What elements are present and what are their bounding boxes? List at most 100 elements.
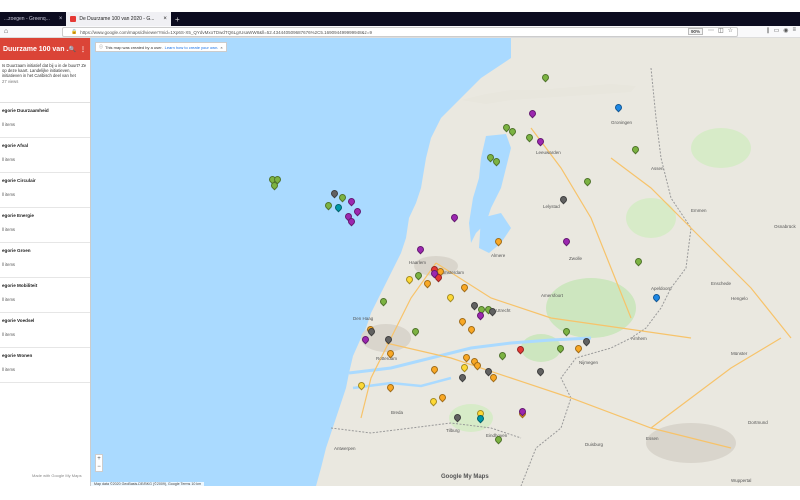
city-label: Apeldoorn xyxy=(651,286,672,291)
category-layer[interactable]: egorie Afval ll items xyxy=(0,138,90,173)
category-layer[interactable]: egorie Groen ll items xyxy=(0,243,90,278)
map-pin-marker[interactable] xyxy=(495,436,500,442)
close-icon[interactable]: × xyxy=(163,16,167,22)
city-label: Almere xyxy=(491,253,506,258)
learn-more-link[interactable]: Learn how to create your own. xyxy=(165,45,219,50)
map-pin-marker[interactable] xyxy=(477,415,482,421)
category-layer[interactable]: egorie Wonen ll items xyxy=(0,348,90,383)
category-layer[interactable]: egorie Circulair ll items xyxy=(0,173,90,208)
map-pin-marker[interactable] xyxy=(563,238,568,244)
map-pin-marker[interactable] xyxy=(339,194,344,200)
map-pin-marker[interactable] xyxy=(331,190,336,196)
zoom-in-button[interactable]: + xyxy=(96,455,102,463)
map-pin-marker[interactable] xyxy=(406,276,411,282)
map-pin-marker[interactable] xyxy=(461,284,466,290)
map-pin-marker[interactable] xyxy=(348,218,353,224)
address-bar[interactable]: 🔒 https://www.google.com/maps/d/viewer?m… xyxy=(62,27,738,37)
map-pin-marker[interactable] xyxy=(451,214,456,220)
extension-icon[interactable]: ◉ xyxy=(783,27,788,34)
map-pin-marker[interactable] xyxy=(335,204,340,210)
map-pin-marker[interactable] xyxy=(584,178,589,184)
map-pin-marker[interactable] xyxy=(354,208,359,214)
map-pin-marker[interactable] xyxy=(632,146,637,152)
tab-duurzame-100[interactable]: De Duurzame 100 van 2020 - G... × xyxy=(66,12,171,26)
category-layer[interactable]: egorie Voedsel ll items xyxy=(0,313,90,348)
map-pin-marker[interactable] xyxy=(368,328,373,334)
map-pin-marker[interactable] xyxy=(509,128,514,134)
map-pin-marker[interactable] xyxy=(424,280,429,286)
info-icon: ⓘ xyxy=(99,44,103,49)
map-pin-marker[interactable] xyxy=(495,238,500,244)
map-pin-marker[interactable] xyxy=(489,308,494,314)
zoom-level[interactable]: 90% xyxy=(688,28,704,35)
search-icon[interactable]: 🔍 xyxy=(69,46,76,53)
category-layer[interactable]: egorie Mobiliteit ll items xyxy=(0,278,90,313)
map-pin-marker[interactable] xyxy=(519,408,524,414)
map-pin-marker[interactable] xyxy=(459,374,464,380)
map-pin-marker[interactable] xyxy=(358,382,363,388)
map-pin-marker[interactable] xyxy=(560,196,565,202)
more-vert-icon[interactable]: ⋮ xyxy=(80,46,86,53)
map-pin-marker[interactable] xyxy=(653,294,658,300)
sidebar-icon[interactable]: ▭ xyxy=(774,27,780,34)
map-pin-marker[interactable] xyxy=(380,298,385,304)
category-layer[interactable]: egorie Duurzaamheid ll items xyxy=(0,103,90,138)
menu-dots-icon[interactable]: ⋯ xyxy=(708,27,714,34)
map-pin-marker[interactable] xyxy=(557,345,562,351)
close-icon[interactable]: × xyxy=(59,16,63,22)
map-pin-marker[interactable] xyxy=(387,384,392,390)
map-pin-marker[interactable] xyxy=(635,258,640,264)
map-pin-marker[interactable] xyxy=(490,374,495,380)
map-pin-marker[interactable] xyxy=(471,302,476,308)
category-layer[interactable]: egorie Energie ll items xyxy=(0,208,90,243)
map-pin-marker[interactable] xyxy=(477,312,482,318)
map-pin-marker[interactable] xyxy=(468,326,473,332)
map-pin-marker[interactable] xyxy=(526,134,531,140)
map-pin-marker[interactable] xyxy=(542,74,547,80)
close-icon[interactable]: × xyxy=(220,45,222,50)
map-pin-marker[interactable] xyxy=(529,110,534,116)
map-pin-marker[interactable] xyxy=(459,318,464,324)
map-pin-marker[interactable] xyxy=(474,362,479,368)
map-pin-marker[interactable] xyxy=(412,328,417,334)
map-pin-marker[interactable] xyxy=(325,202,330,208)
tab-greenq[interactable]: ...zoegen - Greenq... × xyxy=(0,12,66,26)
map-pin-marker[interactable] xyxy=(447,294,452,300)
map-pin-marker[interactable] xyxy=(537,368,542,374)
map-pin-marker[interactable] xyxy=(454,414,459,420)
map-pin-marker[interactable] xyxy=(417,246,422,252)
zoom-out-button[interactable]: − xyxy=(96,463,102,471)
library-icon[interactable]: ∥ xyxy=(767,27,770,34)
map-pin-marker[interactable] xyxy=(499,352,504,358)
map-pin-marker[interactable] xyxy=(615,104,620,110)
city-label: Münster xyxy=(731,351,748,356)
map-description: Is Duurzaam initiatief dat bij u in de b… xyxy=(0,60,90,103)
map-pin-marker[interactable] xyxy=(517,346,522,352)
map-pin-marker[interactable] xyxy=(487,154,492,160)
bookmark-star-icon[interactable]: ☆ xyxy=(728,27,733,34)
city-label: Breda xyxy=(391,410,404,415)
map-pin-marker[interactable] xyxy=(387,350,392,356)
new-tab-icon[interactable]: + xyxy=(171,15,184,24)
hamburger-menu-icon[interactable]: ≡ xyxy=(792,27,796,34)
map-pin-marker[interactable] xyxy=(461,364,466,370)
map-canvas[interactable]: Groningen Leeuwarden Assen Emmen Zwolle Ensch… xyxy=(91,38,800,486)
map-pin-marker[interactable] xyxy=(430,398,435,404)
pocket-icon[interactable]: ◫ xyxy=(718,27,724,34)
map-pin-marker[interactable] xyxy=(583,338,588,344)
map-pin-marker[interactable] xyxy=(415,272,420,278)
map-pin-marker[interactable] xyxy=(503,124,508,130)
map-pin-marker[interactable] xyxy=(563,328,568,334)
map-pin-marker[interactable] xyxy=(385,336,390,342)
map-pin-marker[interactable] xyxy=(493,158,498,164)
map-pin-marker[interactable] xyxy=(431,270,436,276)
map-pin-marker[interactable] xyxy=(362,336,367,342)
map-pin-marker[interactable] xyxy=(439,394,444,400)
map-pin-marker[interactable] xyxy=(463,354,468,360)
map-pin-marker[interactable] xyxy=(537,138,542,144)
map-pin-marker[interactable] xyxy=(431,366,436,372)
map-pin-marker[interactable] xyxy=(575,345,580,351)
map-pin-marker[interactable] xyxy=(271,182,276,188)
home-icon[interactable]: ⌂ xyxy=(0,28,12,35)
map-pin-marker[interactable] xyxy=(348,198,353,204)
